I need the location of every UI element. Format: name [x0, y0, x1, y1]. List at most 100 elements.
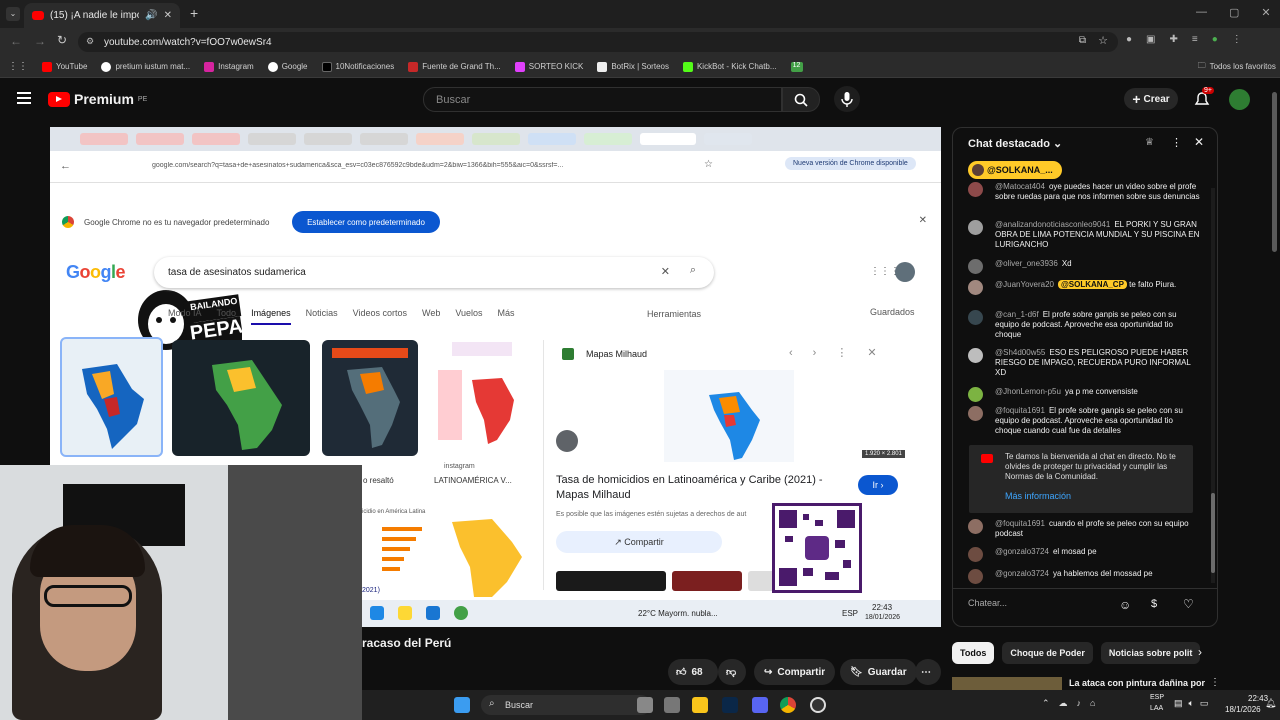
like-button[interactable]: 👍︎ 68 [668, 659, 718, 685]
chat-close-icon[interactable]: ✕ [1194, 135, 1204, 149]
chat-scrollbar[interactable] [1211, 188, 1215, 583]
bookmark-google[interactable]: Google [267, 61, 308, 72]
app-icon[interactable] [664, 697, 680, 713]
extension-icon[interactable]: ▣ [1146, 34, 1155, 45]
install-icon[interactable]: ⧉ [1079, 35, 1086, 46]
tray-lang-top[interactable]: ESP [1150, 694, 1164, 701]
tray-icons[interactable]: ⌃☁♪⌂ [1042, 698, 1104, 709]
more-info-link[interactable]: Más información [1005, 491, 1071, 501]
dislike-button[interactable]: 👎︎ [718, 659, 746, 685]
chip-noticias[interactable]: Noticias sobre polit [1100, 642, 1201, 664]
tray-status-icons[interactable]: ▤🔈︎▭ [1174, 698, 1214, 709]
speaker-icon[interactable]: 🔊 [145, 10, 157, 21]
video-title: racaso del Perú [362, 636, 452, 650]
tab-title: (15) ¡A nadie le importan la [50, 10, 139, 21]
chrome-update-pill: Nueva versión de Chrome disponible [785, 157, 916, 170]
new-tab-button[interactable]: + [190, 5, 198, 21]
save-button[interactable]: 🔖︎ Guardar [840, 659, 917, 685]
bookmark-botrix[interactable]: BotRix | Sorteos [597, 61, 669, 72]
site-info-icon[interactable]: ⚙ [86, 36, 94, 47]
search-button[interactable] [782, 87, 820, 112]
chat-mode-dropdown[interactable]: Chat destacado ⌄ [968, 137, 1062, 150]
media-icon[interactable]: ≡ [1192, 34, 1198, 45]
heart-icon[interactable]: ♡ [1183, 597, 1194, 611]
super-chat-icon[interactable]: $ [1151, 598, 1157, 610]
related-video-thumb[interactable] [952, 677, 1062, 690]
apps-icon[interactable]: ⋮⋮ [8, 61, 28, 72]
chip-choque-de-poder[interactable]: Choque de Poder [1002, 642, 1093, 664]
menu-icon[interactable]: ⋮ [1232, 34, 1242, 45]
browser-tab-active[interactable]: (15) ¡A nadie le importan la 🔊 ✕ [24, 3, 180, 28]
emoji-icon[interactable]: ☺ [1119, 598, 1131, 612]
chips-next-icon[interactable]: › [1198, 645, 1202, 659]
profile-icon[interactable]: ● [1212, 34, 1218, 45]
related-video-title[interactable]: La ataca con pintura dañina por [1069, 678, 1205, 688]
create-button[interactable]: + Crear [1124, 88, 1178, 110]
minimize-icon[interactable]: — [1196, 6, 1207, 19]
pinned-user-chip[interactable]: @SOLKANA_... [968, 161, 1062, 179]
search-input[interactable]: Buscar [423, 87, 782, 112]
chrome-icon[interactable] [780, 697, 796, 713]
bookmark-youtube[interactable]: YouTube [42, 61, 87, 72]
extension-icon[interactable]: ● [1126, 34, 1132, 45]
shared-url: google.com/search?q=tasa+de+asesinatos+s… [152, 162, 564, 169]
bookmark-x[interactable]: 10Notificaciones [321, 61, 394, 72]
bookmark-instagram[interactable]: Instagram [204, 61, 254, 72]
reload-icon[interactable]: ↻ [57, 33, 67, 47]
maximize-icon[interactable]: ▢ [1229, 6, 1239, 19]
bookmark-sorteo-kick[interactable]: SORTEO KICK [514, 61, 583, 72]
discord-icon[interactable] [752, 697, 768, 713]
puzzle-icon[interactable]: ✚ [1170, 34, 1178, 45]
notifications-button[interactable]: 9+ [1193, 87, 1214, 107]
yape-qr-code [772, 503, 862, 593]
tab-list-button[interactable]: ⌄ [6, 7, 20, 21]
taskbar-search[interactable]: ⌕ Buscar [481, 695, 651, 715]
bookmark-fuente[interactable]: Fuente de Grand Th... [408, 61, 501, 72]
chat-premium-icon[interactable]: ♕ [1145, 137, 1154, 148]
obs-icon[interactable] [810, 697, 826, 713]
more-actions-button[interactable]: ⋯ [915, 659, 941, 685]
preview-title: Tasa de homicidios en Latinoamérica y Ca… [556, 474, 823, 501]
bookmark-pretium[interactable]: pretium iustum mat... [101, 61, 190, 72]
page-scrollbar[interactable] [1272, 92, 1277, 252]
shared-browser-tabs [50, 127, 941, 151]
youtube-premium-logo[interactable]: Premium PE [48, 91, 147, 107]
microphone-icon [841, 92, 853, 107]
chat-message: @gonzalo3724 ya hablemos del mossad pe [968, 569, 1200, 584]
notification-bell-icon[interactable]: 🔔︎ [1265, 698, 1276, 709]
voice-search-button[interactable] [834, 86, 860, 112]
user-avatar [968, 182, 983, 197]
folder-icon: 🗀 [1197, 60, 1206, 70]
chat-menu-icon[interactable]: ⋮ [1171, 136, 1182, 149]
share-button[interactable]: ↪ Compartir [754, 659, 836, 685]
close-icon[interactable]: ✕ [164, 10, 172, 21]
set-default-button: Establecer como predeterminado [292, 211, 440, 233]
bookmark-kickbot[interactable]: KickBot - Kick Chatb... [682, 61, 777, 72]
file-explorer-icon[interactable] [692, 697, 708, 713]
mention-badge[interactable]: @SOLKANA_CP [1057, 280, 1127, 289]
address-bar[interactable]: ⚙ youtube.com/watch?v=fOO7w0ewSr4 ⧉ ☆ [78, 32, 1118, 52]
tray-lang-bottom[interactable]: LAA [1150, 705, 1163, 712]
bookmark-star-icon[interactable]: ☆ [1098, 34, 1108, 47]
image-dimensions: 1.920 × 2.801 [862, 450, 905, 458]
preview-image [664, 370, 794, 462]
photoshop-icon[interactable] [722, 697, 738, 713]
windows-start-icon[interactable] [454, 697, 470, 713]
task-view-icon[interactable] [637, 697, 653, 713]
chat-input[interactable]: Chatear... [968, 598, 1118, 608]
hamburger-menu-icon[interactable] [17, 92, 31, 104]
all-bookmarks[interactable]: 🗀 Todos los favoritos [1198, 60, 1276, 74]
google-search-box: tasa de asesinatos sudamerica ✕ ⌕ [154, 257, 714, 288]
account-avatar[interactable] [1229, 89, 1250, 110]
chat-message: @can_1-d6f El profe sobre ganpis se peleo… [968, 310, 1200, 340]
plus-icon: + [1132, 91, 1141, 107]
user-avatar [968, 519, 983, 534]
preview-share-button: ↗ Compartir [556, 531, 722, 553]
clock-date[interactable]: 18/1/2026 [1225, 705, 1261, 714]
chip-all[interactable]: Todos [952, 642, 995, 664]
bookmark-badge[interactable]: 12 [790, 61, 803, 72]
back-icon[interactable]: ← [10, 34, 22, 48]
related-more-icon[interactable]: ⋮ [1210, 677, 1220, 688]
close-window-icon[interactable]: ✕ [1261, 6, 1270, 19]
forward-icon[interactable]: → [34, 34, 46, 48]
